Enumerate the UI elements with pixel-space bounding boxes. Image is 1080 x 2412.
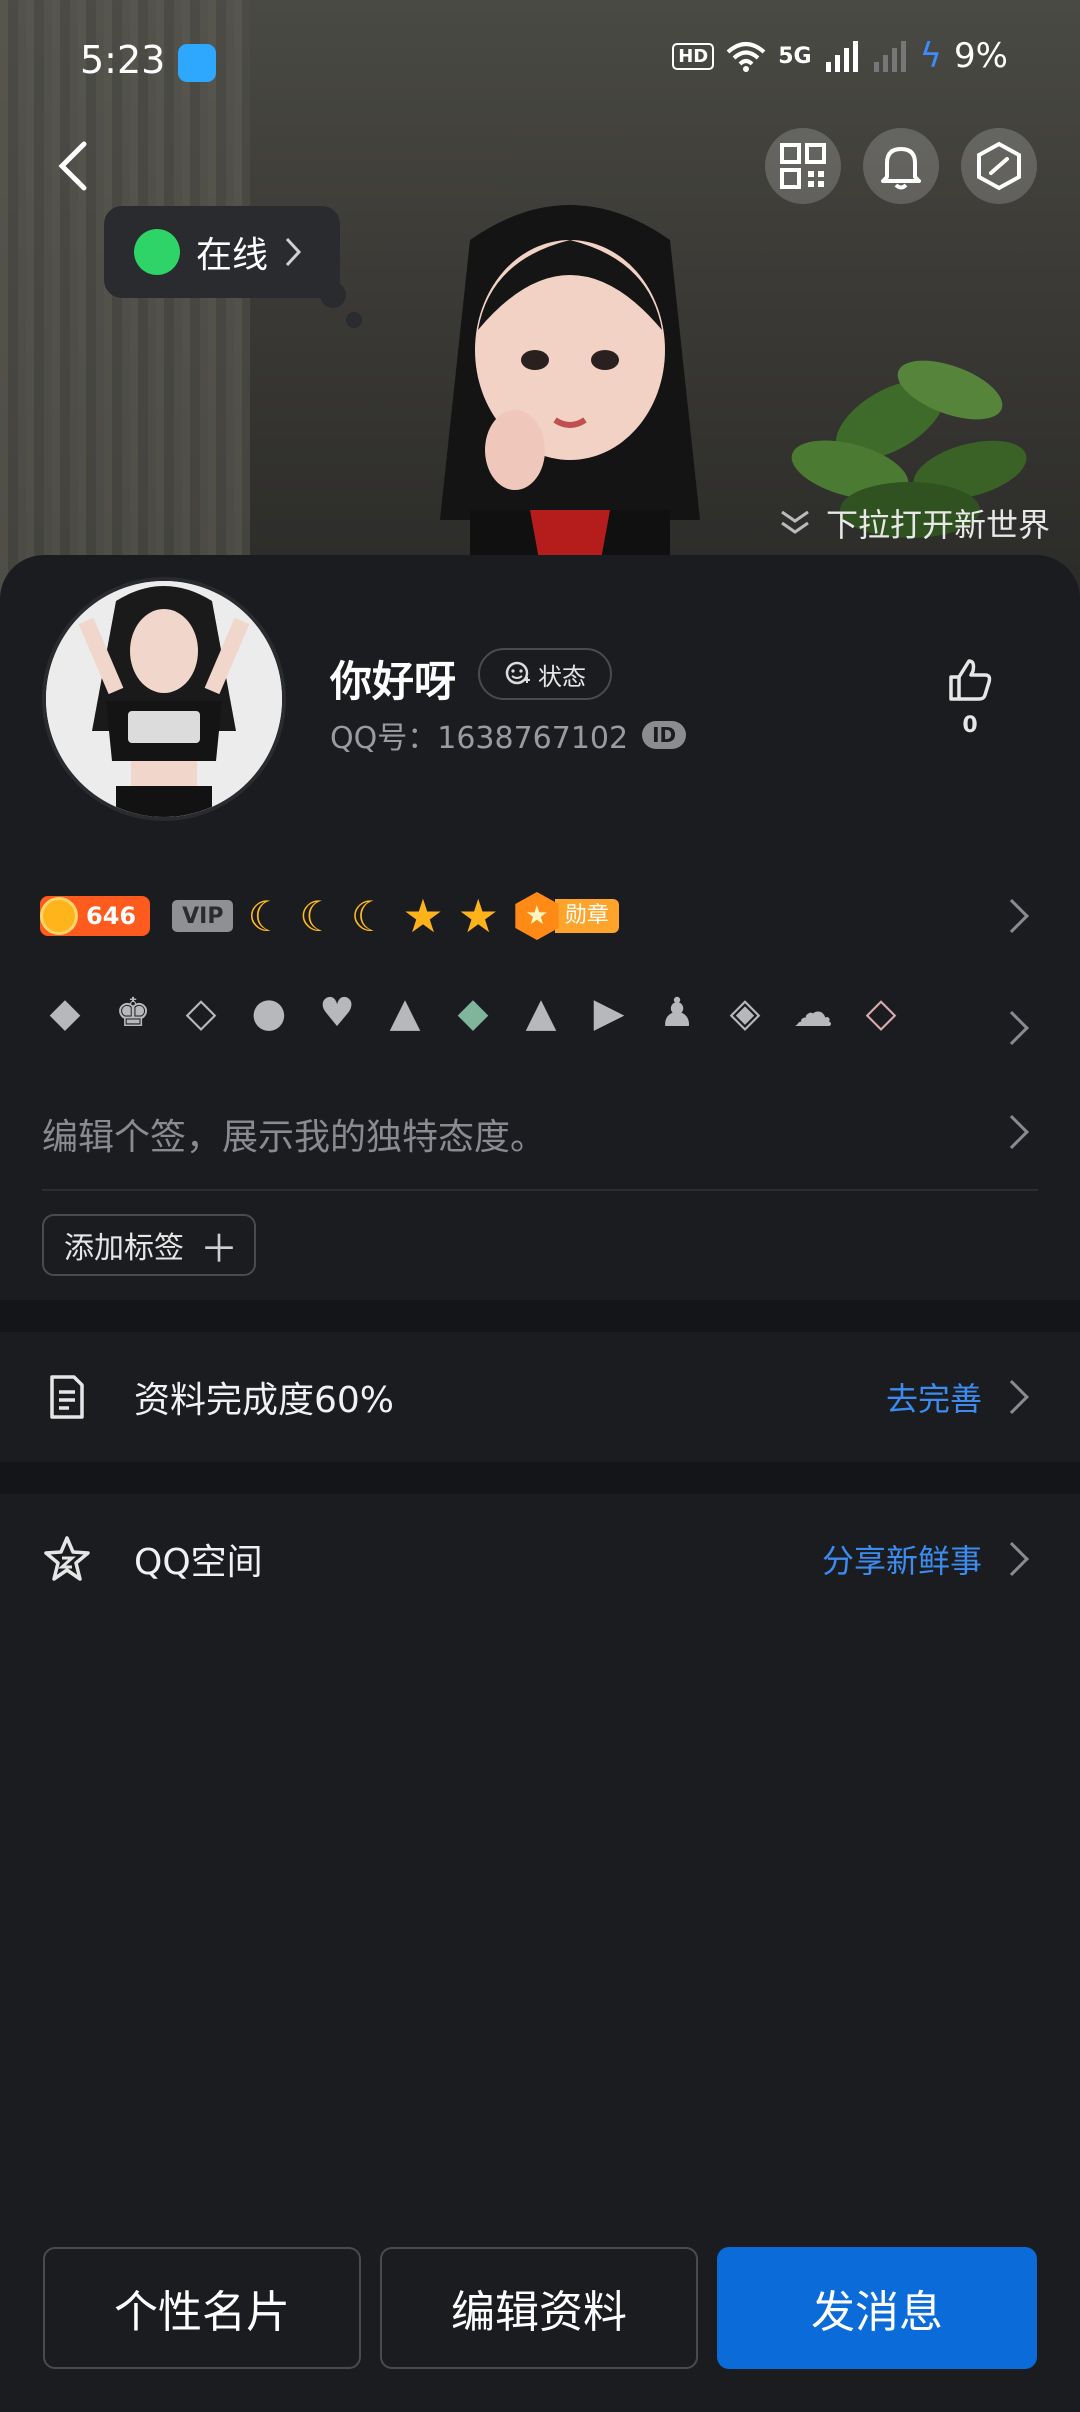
complete-profile-link[interactable]: 去完善: [886, 1374, 982, 1420]
id-badge: ID: [642, 721, 687, 749]
double-chevron-down-icon: [781, 510, 809, 534]
pull-down-hint: 下拉打开新世界: [778, 500, 1050, 546]
bell-icon: [881, 147, 921, 190]
moon-icon: ☾: [350, 891, 389, 941]
moon-icon: ☾: [247, 891, 286, 941]
status-time: 5:23: [80, 38, 166, 82]
thought-bubble-dot: [346, 312, 362, 328]
divider: [42, 1189, 1038, 1191]
send-message-button[interactable]: 发消息: [717, 2247, 1037, 2369]
share-news-link[interactable]: 分享新鲜事: [822, 1536, 982, 1582]
medal-label: 勋章: [554, 899, 619, 933]
avatar-figure: [440, 205, 700, 620]
profile-banner[interactable]: 5:23 HD 5G ϟ 9% 在线 下拉打开新世界: [0, 0, 1080, 620]
status-chip-button[interactable]: 状态: [478, 648, 612, 700]
chevron-right-icon: [285, 237, 302, 267]
edit-profile-button[interactable]: 编辑资料: [380, 2247, 698, 2369]
heart-gem-icon: ♥: [319, 990, 355, 1036]
status-chip-label: 状态: [538, 662, 586, 691]
mountain-gem-icon: ▲: [389, 990, 421, 1036]
signal-icon: [825, 41, 858, 72]
like-button[interactable]: 0: [940, 655, 1000, 738]
completeness-label: 资料完成度60%: [134, 1380, 395, 1421]
qzone-star-icon: [44, 1536, 90, 1581]
diamond-icon: ◇: [185, 990, 217, 1036]
level-value: 646: [86, 902, 137, 930]
send-message-button-label: 发消息: [811, 2287, 943, 2338]
privilege-icons-row[interactable]: ◆ ♚ ◇ ● ♥ ▲ ◆ ▲ ▶ ♟ ◈ ☁ ◇: [40, 988, 906, 1038]
add-tag-button[interactable]: 添加标签 ＋: [42, 1214, 257, 1276]
online-status-text: 在线: [196, 235, 269, 276]
cloud-icon: ☁: [793, 990, 833, 1036]
mountain-gem-2-icon: ▲: [525, 990, 557, 1036]
back-button[interactable]: [36, 128, 112, 204]
hexagon-settings-icon: [977, 141, 1021, 191]
battery-level: 9%: [954, 36, 1008, 76]
bomb-penguin-icon: ●: [251, 990, 287, 1036]
smile-status-icon: [505, 661, 530, 685]
section-divider: [0, 1300, 1080, 1332]
back-arrow-icon: [58, 141, 87, 191]
plus-icon: ＋: [200, 1226, 239, 1271]
avatar[interactable]: [42, 577, 286, 821]
coin-icon: [40, 897, 78, 935]
pink-diamond-icon: ◇: [865, 990, 897, 1036]
settings-button[interactable]: [961, 128, 1037, 204]
notification-button[interactable]: [863, 128, 939, 204]
crystal-icon: ◈: [729, 990, 761, 1036]
status-bar: 5:23 HD 5G ϟ 9%: [0, 0, 1080, 120]
vip-badge: VIP: [172, 900, 234, 932]
thumbs-up-icon: [949, 659, 992, 701]
thought-bubble-dot: [320, 282, 346, 308]
online-dot-icon: [134, 229, 180, 275]
moon-icon: ☾: [299, 891, 337, 941]
profile-completeness-row[interactable]: 资料完成度60% 去完善: [0, 1332, 1080, 1462]
chevron-right-icon: [995, 1542, 1029, 1576]
notification-app-icon: [178, 44, 216, 82]
signal-2-icon: [873, 41, 906, 72]
online-status-pill[interactable]: 在线: [104, 206, 340, 298]
wifi-icon: [726, 42, 766, 72]
charging-icon: ϟ: [919, 36, 943, 76]
network-type: 5G: [778, 43, 812, 69]
level-badges-row[interactable]: 646 VIP ☾ ☾ ☾ ★ ★ ★ 勋章: [40, 886, 619, 946]
edit-profile-button-label: 编辑资料: [451, 2287, 627, 2338]
document-icon: [50, 1375, 84, 1419]
section-divider: [0, 1462, 1080, 1494]
avatar-photo: [46, 581, 282, 817]
star-icon: ★: [457, 889, 499, 943]
qq-number[interactable]: QQ号：1638767102 ID: [330, 713, 687, 757]
nickname: 你好呀: [330, 657, 457, 706]
crown-gem-icon: ◆: [49, 990, 81, 1036]
penguin-crown-icon: ♚: [115, 990, 151, 1036]
hd-icon: HD: [672, 42, 715, 70]
qq-number-text: QQ号：1638767102: [330, 721, 629, 756]
like-count: 0: [962, 713, 978, 738]
qr-code-button[interactable]: [765, 128, 841, 204]
chevron-right-icon: [995, 1380, 1029, 1414]
level-coin-badge: 646: [40, 896, 151, 936]
qzone-label: QQ空间: [134, 1542, 263, 1583]
qr-code-icon: [780, 143, 826, 189]
star-icon: ★: [402, 889, 444, 943]
pull-down-hint-text: 下拉打开新世界: [825, 506, 1050, 544]
profile-card-button[interactable]: 个性名片: [43, 2247, 361, 2369]
green-gem-icon: ◆: [457, 990, 489, 1036]
play-icon: ▶: [593, 990, 625, 1036]
penguin-icon: ♟: [659, 990, 695, 1036]
profile-card-button-label: 个性名片: [114, 2287, 290, 2338]
medal-badge: ★ 勋章: [513, 892, 619, 940]
qzone-row[interactable]: QQ空间 分享新鲜事: [0, 1494, 1080, 1624]
medal-star-icon: ★: [515, 892, 559, 940]
add-tag-label: 添加标签: [64, 1231, 184, 1266]
status-indicators: HD 5G ϟ 9%: [672, 36, 1008, 76]
signature-field[interactable]: 编辑个签，展示我的独特态度。: [42, 1108, 546, 1160]
